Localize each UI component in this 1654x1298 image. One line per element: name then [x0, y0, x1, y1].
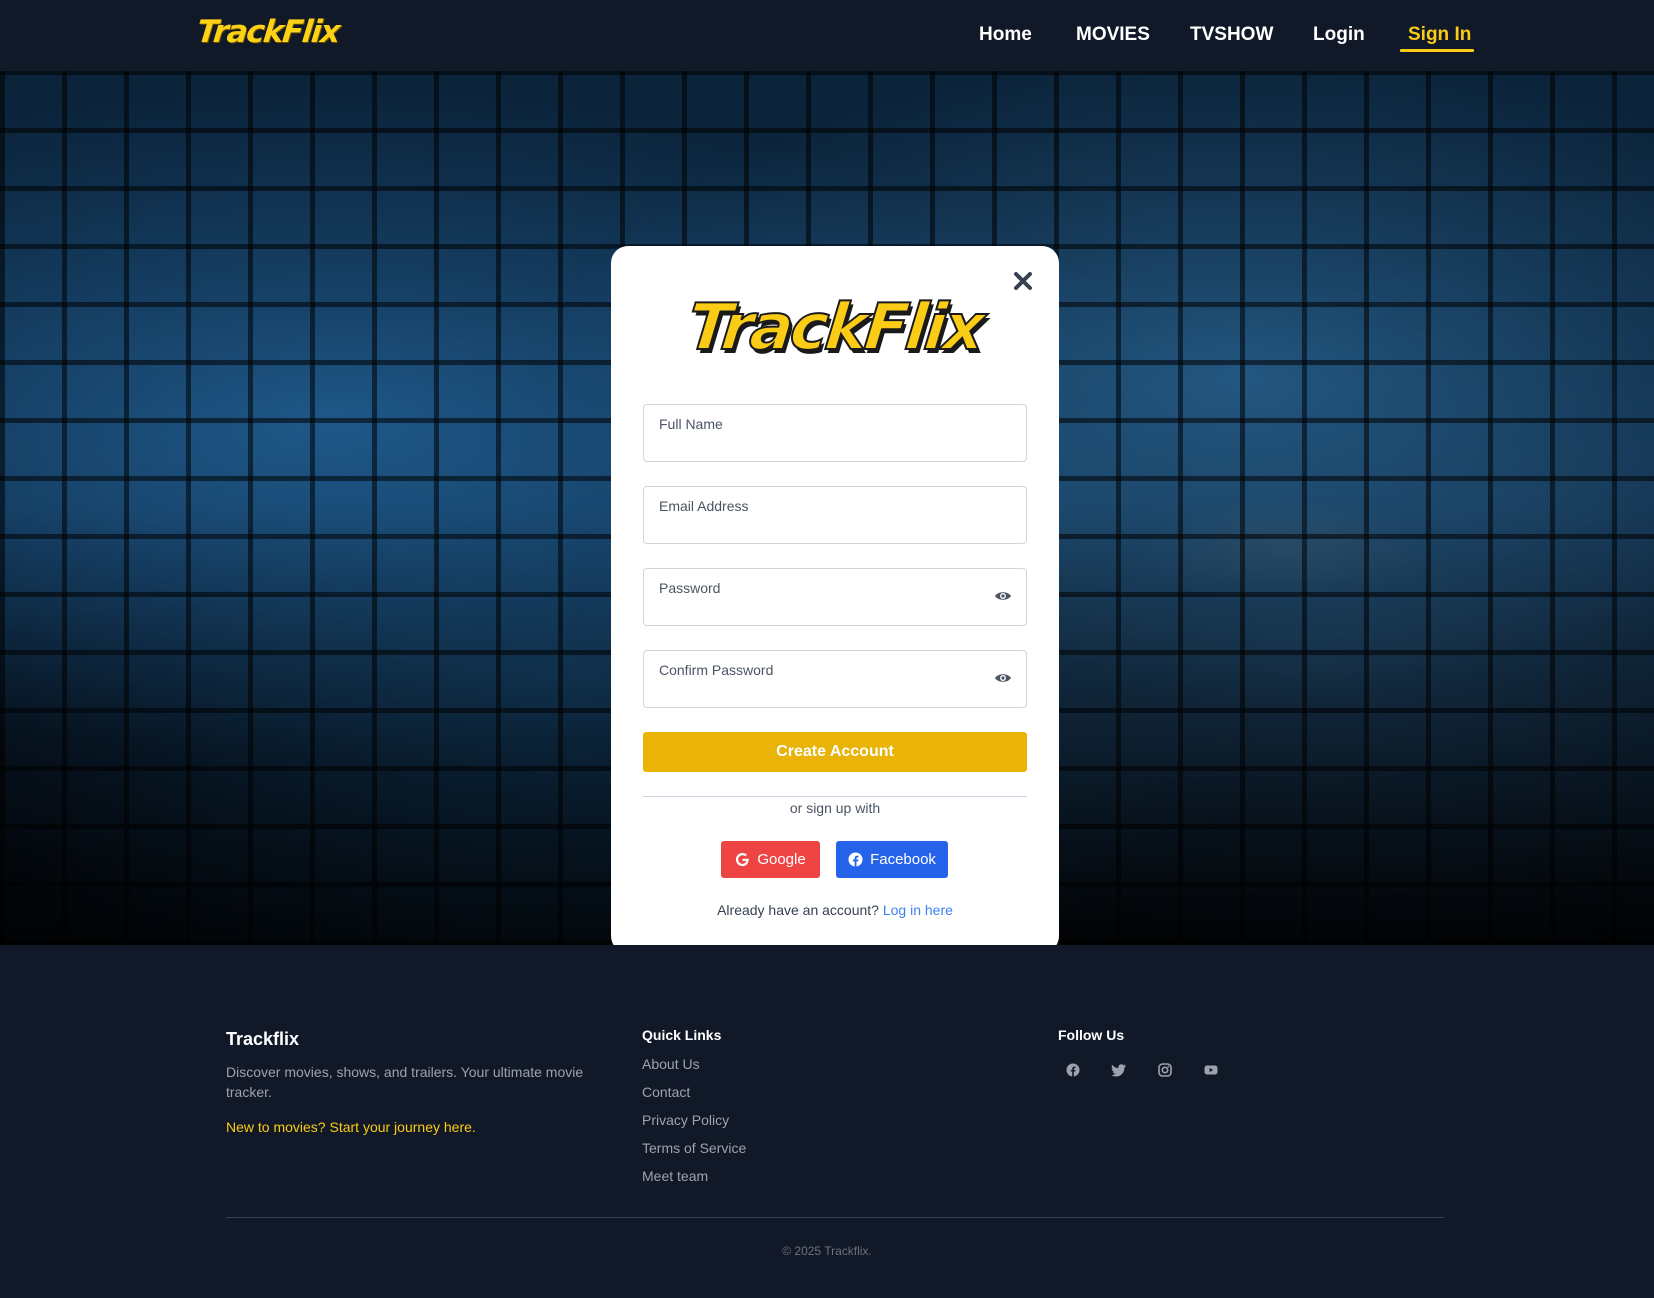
active-nav-underline	[1400, 49, 1474, 52]
quick-links-heading: Quick Links	[642, 1027, 722, 1043]
full-name-field[interactable]: Full Name	[643, 404, 1027, 462]
password-label: Password	[659, 580, 721, 596]
nav-link-login[interactable]: Login	[1313, 24, 1365, 46]
eye-icon[interactable]	[994, 667, 1012, 689]
email-field[interactable]: Email Address	[643, 486, 1027, 544]
login-link[interactable]: Log in here	[883, 902, 953, 918]
google-icon	[736, 852, 749, 867]
quick-link-privacy[interactable]: Privacy Policy	[642, 1111, 746, 1139]
confirm-password-label: Confirm Password	[659, 662, 774, 678]
instagram-icon[interactable]	[1157, 1062, 1173, 1078]
navbar: TrackFlix Home MOVIES TVSHOW Login Sign …	[0, 0, 1654, 71]
create-account-button[interactable]: Create Account	[643, 732, 1027, 772]
footer-cta-link[interactable]: New to movies? Start your journey here.	[226, 1119, 476, 1135]
quick-link-contact[interactable]: Contact	[642, 1083, 746, 1111]
facebook-icon[interactable]	[1065, 1062, 1081, 1078]
modal-logo: TrackFlix	[683, 290, 987, 366]
nav-link-home[interactable]: Home	[979, 24, 1032, 46]
footer-description: Discover movies, shows, and trailers. Yo…	[226, 1064, 584, 1100]
follow-us-heading: Follow Us	[1058, 1027, 1125, 1043]
youtube-icon[interactable]	[1203, 1062, 1219, 1078]
hero-background: TrackFlix Full Name Email Address Passwo…	[0, 71, 1654, 945]
facebook-signup-button[interactable]: Facebook	[836, 841, 948, 878]
facebook-icon	[848, 852, 863, 867]
nav-link-movies[interactable]: MOVIES	[1076, 24, 1150, 46]
quick-link-about[interactable]: About Us	[642, 1055, 746, 1083]
nav-link-sign-in[interactable]: Sign In	[1408, 24, 1471, 46]
quick-links: About Us Contact Privacy Policy Terms of…	[642, 1055, 746, 1195]
google-button-label: Google	[757, 851, 806, 868]
divider	[643, 796, 1027, 797]
login-prompt-text: Already have an account?	[717, 902, 879, 918]
login-prompt: Already have an account? Log in here	[611, 902, 1059, 918]
footer-divider	[226, 1217, 1444, 1218]
confirm-password-field[interactable]: Confirm Password	[643, 650, 1027, 708]
password-field[interactable]: Password	[643, 568, 1027, 626]
divider-text: or sign up with	[789, 800, 881, 816]
footer: Trackflix Discover movies, shows, and tr…	[0, 945, 1654, 1298]
footer-brand: Trackflix	[226, 1029, 300, 1049]
quick-link-terms[interactable]: Terms of Service	[642, 1139, 746, 1167]
full-name-label: Full Name	[659, 416, 723, 432]
eye-icon[interactable]	[994, 585, 1012, 607]
facebook-button-label: Facebook	[870, 851, 936, 868]
email-label: Email Address	[659, 498, 749, 514]
signup-modal: TrackFlix Full Name Email Address Passwo…	[611, 246, 1059, 945]
copyright: © 2025 Trackflix.	[782, 1244, 872, 1258]
google-signup-button[interactable]: Google	[721, 841, 820, 878]
nav-links: Home MOVIES TVSHOW Login Sign In	[0, 0, 1654, 71]
twitter-icon[interactable]	[1111, 1062, 1127, 1078]
nav-link-tvshow[interactable]: TVSHOW	[1190, 24, 1273, 46]
quick-link-meet-team[interactable]: Meet team	[642, 1167, 746, 1195]
